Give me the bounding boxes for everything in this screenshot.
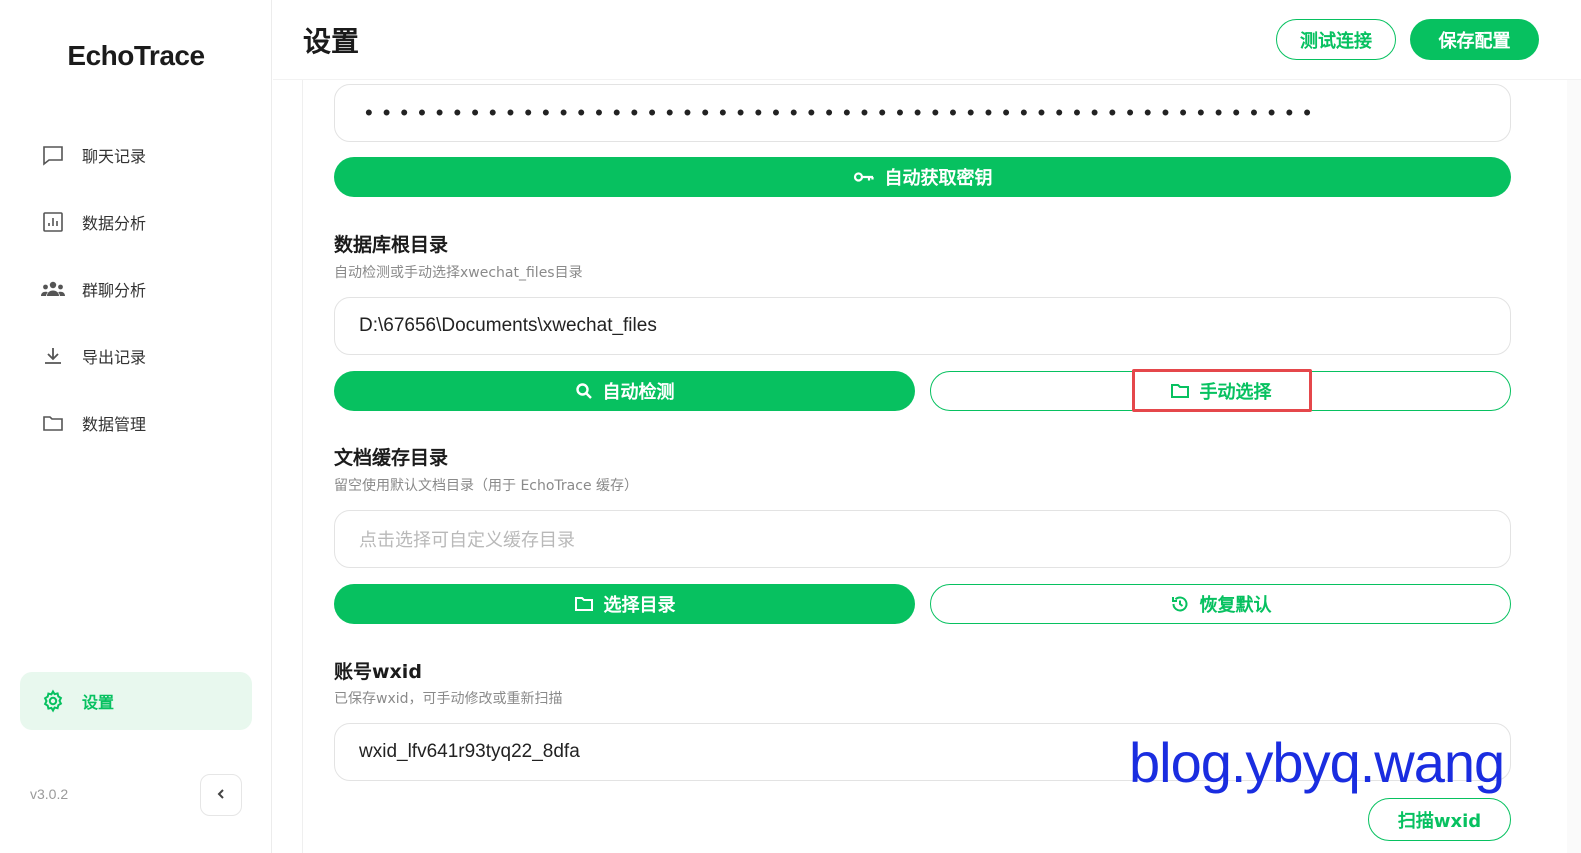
sidebar-item-label: 设置 xyxy=(82,693,115,712)
choose-directory-button[interactable]: 选择目录 xyxy=(334,584,915,624)
folder-icon xyxy=(38,408,68,438)
collapse-sidebar-button[interactable] xyxy=(200,774,242,816)
chart-icon xyxy=(38,207,68,237)
app-version: v3.0.2 xyxy=(30,786,69,802)
folder-icon xyxy=(574,595,594,613)
sidebar-item-chat-history[interactable]: 聊天记录 xyxy=(20,126,252,184)
restore-default-label: 恢复默认 xyxy=(1199,595,1272,616)
scrollbar[interactable] xyxy=(1567,80,1581,853)
wxid-title: 账号wxid xyxy=(334,661,422,683)
sidebar-item-label: 群聊分析 xyxy=(82,281,147,300)
cache-dir-input[interactable]: 点击选择可自定义缓存目录 xyxy=(334,510,1511,568)
history-icon xyxy=(1170,594,1190,614)
app-logo: EchoTrace xyxy=(67,40,205,71)
db-path-input[interactable]: D:\67656\Documents\xwechat_files xyxy=(334,297,1511,355)
search-icon xyxy=(575,382,593,400)
gear-icon xyxy=(38,686,68,716)
save-config-button[interactable]: 保存配置 xyxy=(1410,19,1539,60)
sidebar-item-data-analysis[interactable]: 数据分析 xyxy=(20,193,252,251)
page-title: 设置 xyxy=(303,25,360,58)
cache-dir-title: 文档缓存目录 xyxy=(334,447,449,469)
auto-detect-button[interactable]: 自动检测 xyxy=(334,371,915,411)
auto-detect-label: 自动检测 xyxy=(602,382,675,403)
sidebar-item-data-management[interactable]: 数据管理 xyxy=(20,394,252,452)
cache-dir-subtitle: 留空使用默认文档目录（用于 EchoTrace 缓存） xyxy=(334,478,639,494)
sidebar-item-export-records[interactable]: 导出记录 xyxy=(20,327,252,385)
sidebar-item-label: 数据分析 xyxy=(82,214,147,233)
wxid-input[interactable]: wxid_lfv641r93tyq22_8dfa xyxy=(334,723,1511,781)
cache-dir-placeholder: 点击选择可自定义缓存目录 xyxy=(359,530,575,551)
chat-icon xyxy=(38,140,68,170)
sidebar-item-label: 数据管理 xyxy=(82,415,147,434)
sidebar-item-group-analysis[interactable]: 群聊分析 xyxy=(20,260,252,318)
sidebar-item-label: 聊天记录 xyxy=(82,147,147,166)
manual-select-button[interactable]: 手动选择 xyxy=(930,371,1511,411)
folder-icon xyxy=(1170,382,1190,400)
wxid-subtitle: 已保存wxid，可手动修改或重新扫描 xyxy=(334,691,563,707)
sidebar-item-settings[interactable]: 设置 xyxy=(20,672,252,730)
settings-content: ••••••••••••••••••••••••••••••••••••••••… xyxy=(302,80,1567,853)
page-header: 设置 测试连接 保存配置 xyxy=(273,0,1581,80)
auto-get-key-label: 自动获取密钥 xyxy=(884,168,993,189)
key-icon xyxy=(853,170,875,184)
sidebar-item-label: 导出记录 xyxy=(82,348,147,367)
sidebar: EchoTrace 聊天记录 数据分析 群聊分析 导出记录 数据管理 设置 v3… xyxy=(0,0,272,853)
test-connection-button[interactable]: 测试连接 xyxy=(1276,19,1396,60)
restore-default-button[interactable]: 恢复默认 xyxy=(930,584,1511,624)
key-input[interactable]: ••••••••••••••••••••••••••••••••••••••••… xyxy=(334,84,1511,142)
download-icon xyxy=(38,341,68,371)
choose-directory-label: 选择目录 xyxy=(603,595,676,616)
db-root-title: 数据库根目录 xyxy=(334,234,449,256)
scan-wxid-button[interactable]: 扫描wxid xyxy=(1368,798,1511,841)
chevron-left-icon xyxy=(214,786,228,805)
group-icon xyxy=(38,274,68,304)
sidebar-nav: 聊天记录 数据分析 群聊分析 导出记录 数据管理 设置 xyxy=(20,126,252,730)
auto-get-key-button[interactable]: 自动获取密钥 xyxy=(334,157,1511,197)
manual-select-label: 手动选择 xyxy=(1199,382,1272,403)
db-root-subtitle: 自动检测或手动选择xwechat_files目录 xyxy=(334,265,583,281)
